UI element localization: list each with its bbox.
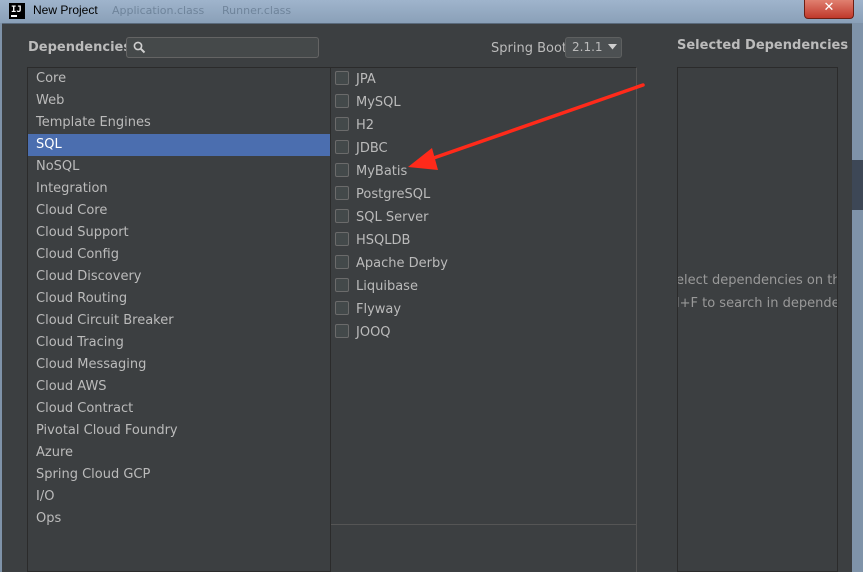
window-title: New Project — [33, 3, 98, 17]
category-item[interactable]: Cloud Messaging — [28, 354, 330, 376]
dependency-item[interactable]: H2 — [335, 116, 374, 136]
dependency-label: H2 — [356, 118, 375, 133]
window-frame-right — [852, 23, 863, 572]
dependency-label: Apache Derby — [356, 256, 448, 271]
dependency-label: Flyway — [356, 302, 402, 317]
dependency-checkbox[interactable] — [335, 301, 349, 315]
dependency-checkbox[interactable] — [335, 209, 349, 223]
category-item[interactable]: Azure — [28, 442, 330, 464]
dependency-label: PostgreSQL — [356, 187, 431, 202]
dependency-checkbox[interactable] — [335, 278, 349, 292]
category-item[interactable]: Cloud Config — [28, 244, 330, 266]
dependency-checkbox[interactable] — [335, 255, 349, 269]
dependency-item[interactable]: Apache Derby — [335, 254, 448, 274]
dependency-item[interactable]: MySQL — [335, 93, 401, 113]
dependency-item[interactable]: Flyway — [335, 300, 401, 320]
dependency-label: JOOQ — [356, 325, 391, 340]
category-item[interactable]: I/O — [28, 486, 330, 508]
dependency-checkbox[interactable] — [335, 71, 349, 85]
category-item[interactable]: Core — [28, 68, 330, 90]
dependency-panel-divider — [331, 524, 637, 525]
selected-dependencies-panel: elect dependencies on the le l+F to sear… — [677, 67, 838, 572]
dependency-checkbox[interactable] — [335, 117, 349, 131]
intellij-logo-icon: IJ — [9, 3, 25, 19]
category-item[interactable]: NoSQL — [28, 156, 330, 178]
category-list[interactable]: Core Web Template Engines SQL NoSQL Integrati… — [27, 67, 331, 572]
dependency-label: HSQLDB — [356, 233, 411, 248]
dependency-item[interactable]: SQL Server — [335, 208, 429, 228]
dependency-checkbox[interactable] — [335, 186, 349, 200]
category-item[interactable]: Cloud Core — [28, 200, 330, 222]
dependency-item[interactable]: JOOQ — [335, 323, 391, 343]
category-item[interactable]: Template Engines — [28, 112, 330, 134]
title-bar: IJ New Project Application.class Runner.… — [0, 0, 863, 24]
category-item[interactable]: Cloud AWS — [28, 376, 330, 398]
category-item[interactable]: Pivotal Cloud Foundry — [28, 420, 330, 442]
category-item[interactable]: Cloud Tracing — [28, 332, 330, 354]
category-item[interactable]: Web — [28, 90, 330, 112]
dependency-checkbox[interactable] — [335, 232, 349, 246]
dependency-checkbox[interactable] — [335, 163, 349, 177]
search-icon — [133, 41, 146, 54]
dependency-label: JDBC — [356, 141, 388, 156]
dependency-label: JPA — [356, 72, 376, 87]
dependency-item[interactable]: HSQLDB — [335, 231, 410, 251]
window-frame-left — [0, 23, 2, 572]
dependency-item[interactable]: MyBatis — [335, 162, 407, 182]
close-icon: ✕ — [823, 0, 835, 15]
selected-dependencies-label: Selected Dependencies — [677, 38, 849, 53]
selected-hint-line-2: l+F to search in dependenc — [677, 296, 837, 311]
background-tab: Runner.class — [222, 4, 292, 17]
dependencies-label: Dependencies — [28, 40, 132, 55]
category-item[interactable]: Integration — [28, 178, 330, 200]
window-frame-shadow — [852, 160, 863, 210]
dependency-label: Liquibase — [356, 279, 418, 294]
category-item[interactable]: Ops — [28, 508, 330, 530]
category-item[interactable]: Spring Cloud GCP — [28, 464, 330, 486]
category-item[interactable]: SQL — [28, 134, 330, 156]
spring-boot-label: Spring Boot — [491, 41, 568, 56]
close-button[interactable]: ✕ — [804, 0, 854, 19]
dependency-list[interactable]: JPA MySQL H2 JDBC MyBatis PostgreSQL SQL Serve… — [331, 67, 637, 572]
category-item[interactable]: Cloud Routing — [28, 288, 330, 310]
background-tab: Application.class — [112, 4, 205, 17]
dependency-checkbox[interactable] — [335, 324, 349, 338]
search-box[interactable] — [126, 37, 319, 58]
spring-boot-version-select[interactable]: 2.1.1 — [565, 37, 622, 58]
category-item[interactable]: Cloud Discovery — [28, 266, 330, 288]
dependency-label: MySQL — [356, 95, 401, 110]
category-item[interactable]: Cloud Circuit Breaker — [28, 310, 330, 332]
dependency-label: MyBatis — [356, 164, 408, 179]
dependency-item[interactable]: PostgreSQL — [335, 185, 430, 205]
chevron-down-icon — [608, 44, 617, 50]
dependency-checkbox[interactable] — [335, 140, 349, 154]
category-item[interactable]: Cloud Contract — [28, 398, 330, 420]
category-item[interactable]: Cloud Support — [28, 222, 330, 244]
search-input[interactable] — [149, 39, 313, 56]
dependency-item[interactable]: JPA — [335, 70, 376, 90]
spring-boot-version-value: 2.1.1 — [572, 40, 603, 54]
dependency-item[interactable]: Liquibase — [335, 277, 418, 297]
dependency-item[interactable]: JDBC — [335, 139, 388, 159]
selected-hint-line-1: elect dependencies on the le — [677, 273, 837, 288]
dependency-label: SQL Server — [356, 210, 429, 225]
dependency-checkbox[interactable] — [335, 94, 349, 108]
